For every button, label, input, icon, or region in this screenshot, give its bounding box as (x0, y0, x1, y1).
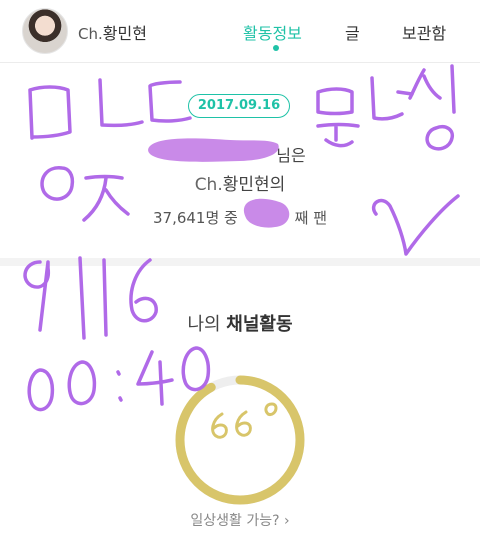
hw-glyph (316, 87, 360, 148)
hw-glyph (148, 80, 192, 123)
hw-glyph (67, 360, 97, 406)
tab-posts[interactable]: 글 (345, 20, 360, 44)
channel-header: Ch.황민현 활동정보 글 보관함 (0, 0, 480, 62)
activity-title: 나의 채널활동 (0, 310, 480, 336)
activity-gauge[interactable] (170, 370, 310, 510)
section-divider (0, 258, 480, 266)
avatar[interactable] (22, 8, 68, 54)
hw-glyph (370, 76, 414, 121)
header-divider (0, 62, 480, 63)
fan-rank-line: 37,641명 중 째 팬 (0, 207, 480, 228)
activity-title-bold: 채널활동 (226, 314, 293, 335)
hw-glyph (27, 368, 55, 412)
tab-activity-info[interactable]: 활동정보 (243, 20, 302, 44)
fan-rank-suffix: 째 팬 (294, 209, 327, 227)
channel-name[interactable]: Ch.황민현 (78, 20, 147, 44)
channel-prefix: Ch. (78, 25, 103, 43)
fan-channel-prefix: Ch. (194, 175, 223, 195)
channel-name-label: 황민현 (102, 24, 147, 43)
hw-glyph (116, 370, 123, 402)
fan-name-suffix: 님은 (276, 146, 306, 165)
fan-channel-line: Ch.황민현의 (0, 170, 480, 195)
activity-title-prefix: 나의 (187, 314, 221, 335)
gauge-progress-arc (175, 375, 305, 505)
hw-glyph (28, 85, 72, 140)
tab-archive[interactable]: 보관함 (402, 20, 446, 44)
fan-name-line: 님은 (0, 142, 480, 166)
active-tab-indicator (273, 45, 279, 51)
hw-glyph (98, 78, 144, 128)
fan-since-date-badge: 2017.09.16 (188, 94, 290, 118)
fan-count: 37,641명 중 (152, 209, 238, 227)
fan-channel-name: 황민현의 (222, 175, 286, 195)
hw-glyph (408, 64, 456, 151)
daily-life-possible-link[interactable]: 일상생활 가능? › (0, 510, 480, 530)
hw-glyph (136, 350, 174, 406)
